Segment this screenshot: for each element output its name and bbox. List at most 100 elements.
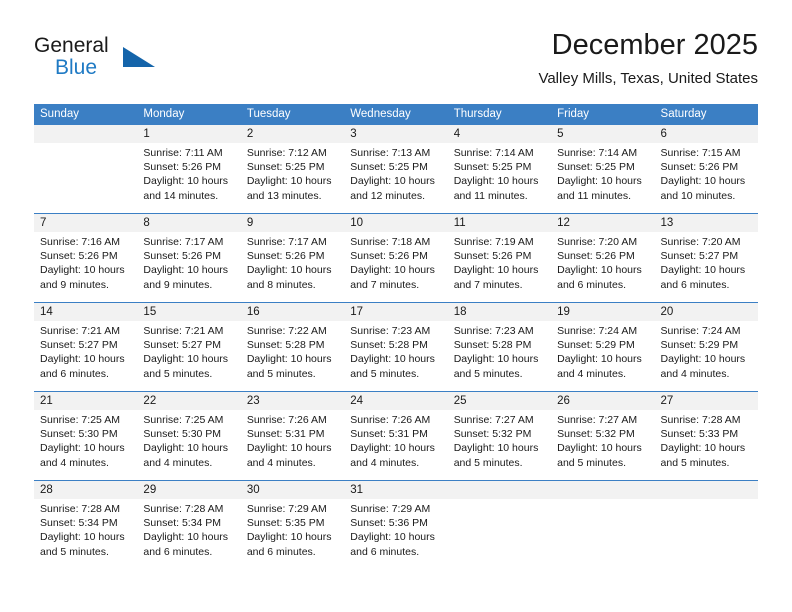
sunrise-text: Sunrise: 7:28 AM <box>660 414 741 426</box>
day-cell[interactable]: Sunrise: 7:27 AM Sunset: 5:32 PM Daylight:… <box>448 410 551 480</box>
day-number[interactable]: 27 <box>655 392 758 410</box>
day-number[interactable]: 25 <box>448 392 551 410</box>
day-cell[interactable]: Sunrise: 7:27 AM Sunset: 5:32 PM Daylight:… <box>551 410 654 480</box>
day-cell[interactable]: Sunrise: 7:21 AM Sunset: 5:27 PM Daylight:… <box>137 321 240 391</box>
day-number[interactable]: 24 <box>344 392 447 410</box>
day-cell[interactable]: Sunrise: 7:14 AM Sunset: 5:25 PM Daylight:… <box>551 143 654 213</box>
day-number[interactable]: 19 <box>551 303 654 321</box>
calendar-week-row: 7 8 9 10 11 12 13 Sunrise: 7:16 AM Sunset: 5:26 … <box>34 213 758 302</box>
day-cell[interactable]: Sunrise: 7:18 AM Sunset: 5:26 PM Daylight:… <box>344 232 447 302</box>
day-number[interactable]: 10 <box>344 214 447 232</box>
sunrise-text: Sunrise: 7:26 AM <box>246 414 327 426</box>
page-header: General Blue December 2025 Valley Mills,… <box>34 28 758 96</box>
sunset-text: Sunset: 5:27 PM <box>40 339 118 352</box>
day-number[interactable]: 30 <box>241 481 344 499</box>
day-number[interactable]: 3 <box>344 125 447 143</box>
day-number[interactable]: 18 <box>448 303 551 321</box>
day-number[interactable]: 23 <box>241 392 344 410</box>
weekday-header-wednesday: Wednesday <box>350 108 411 120</box>
day-cell[interactable]: Sunrise: 7:17 AM Sunset: 5:26 PM Daylight:… <box>241 232 344 302</box>
day-cell[interactable]: Sunrise: 7:23 AM Sunset: 5:28 PM Daylight:… <box>448 321 551 391</box>
daylight-text: Daylight: 10 hours and 5 minutes. <box>453 353 539 380</box>
day-number[interactable]: 26 <box>551 392 654 410</box>
day-cell[interactable]: Sunrise: 7:28 AM Sunset: 5:33 PM Daylight:… <box>655 410 758 480</box>
day-cell[interactable]: Sunrise: 7:13 AM Sunset: 5:25 PM Daylight:… <box>344 143 447 213</box>
day-cell[interactable]: Sunrise: 7:11 AM Sunset: 5:26 PM Daylight:… <box>137 143 240 213</box>
day-number[interactable]: 7 <box>34 214 137 232</box>
week-day-details: Sunrise: 7:16 AM Sunset: 5:26 PM Daylight:… <box>34 232 758 302</box>
day-cell[interactable]: Sunrise: 7:12 AM Sunset: 5:25 PM Daylight:… <box>241 143 344 213</box>
day-number[interactable]: 5 <box>551 125 654 143</box>
sunset-text: Sunset: 5:32 PM <box>557 428 635 441</box>
day-cell[interactable]: Sunrise: 7:26 AM Sunset: 5:31 PM Daylight:… <box>241 410 344 480</box>
day-cell[interactable]: Sunrise: 7:14 AM Sunset: 5:25 PM Daylight:… <box>448 143 551 213</box>
day-cell[interactable]: Sunrise: 7:25 AM Sunset: 5:30 PM Daylight:… <box>34 410 137 480</box>
day-cell[interactable]: Sunrise: 7:28 AM Sunset: 5:34 PM Daylight:… <box>137 499 240 569</box>
day-number[interactable]: 1 <box>137 125 240 143</box>
sunset-text: Sunset: 5:32 PM <box>453 428 532 441</box>
day-number[interactable]: 29 <box>137 481 240 499</box>
sunrise-text: Sunrise: 7:11 AM <box>143 147 223 159</box>
day-number[interactable]: 15 <box>137 303 240 321</box>
day-cell[interactable]: Sunrise: 7:24 AM Sunset: 5:29 PM Daylight:… <box>551 321 654 391</box>
day-cell[interactable]: Sunrise: 7:20 AM Sunset: 5:26 PM Daylight:… <box>551 232 654 302</box>
day-cell <box>551 499 654 569</box>
day-cell[interactable]: Sunrise: 7:24 AM Sunset: 5:29 PM Daylight:… <box>655 321 758 391</box>
day-number[interactable]: 16 <box>241 303 344 321</box>
day-number[interactable]: 11 <box>448 214 551 232</box>
sunset-text: Sunset: 5:26 PM <box>40 250 118 263</box>
sunset-text: Sunset: 5:26 PM <box>246 250 325 263</box>
day-number[interactable]: 12 <box>551 214 654 232</box>
day-cell[interactable]: Sunrise: 7:20 AM Sunset: 5:27 PM Daylight:… <box>655 232 758 302</box>
daylight-text: Daylight: 10 hours and 6 minutes. <box>143 531 229 558</box>
day-cell[interactable]: Sunrise: 7:19 AM Sunset: 5:26 PM Daylight:… <box>448 232 551 302</box>
day-cell[interactable]: Sunrise: 7:23 AM Sunset: 5:28 PM Daylight:… <box>344 321 447 391</box>
day-cell[interactable]: Sunrise: 7:21 AM Sunset: 5:27 PM Daylight:… <box>34 321 137 391</box>
daylight-text: Daylight: 10 hours and 11 minutes. <box>557 175 642 202</box>
brand-name-general: General <box>34 34 109 57</box>
week-day-details: Sunrise: 7:11 AM Sunset: 5:26 PM Daylight:… <box>34 143 758 213</box>
day-number[interactable]: 17 <box>344 303 447 321</box>
calendar-week-row: 14 15 16 17 18 19 20 Sunrise: 7:21 AM Sunset: 5:… <box>34 302 758 391</box>
day-number[interactable]: 28 <box>34 481 137 499</box>
daylight-text: Daylight: 10 hours and 8 minutes. <box>246 264 332 291</box>
triangle-icon <box>123 47 155 67</box>
sunset-text: Sunset: 5:33 PM <box>660 428 739 441</box>
daylight-text: Daylight: 10 hours and 4 minutes. <box>660 353 746 380</box>
weekday-header-saturday: Saturday <box>660 108 707 120</box>
daylight-text: Daylight: 10 hours and 9 minutes. <box>40 264 125 291</box>
day-cell[interactable]: Sunrise: 7:28 AM Sunset: 5:34 PM Daylight:… <box>34 499 137 569</box>
day-number[interactable]: 22 <box>137 392 240 410</box>
sunset-text: Sunset: 5:25 PM <box>453 161 532 174</box>
day-number[interactable]: 6 <box>655 125 758 143</box>
day-cell[interactable]: Sunrise: 7:22 AM Sunset: 5:28 PM Daylight:… <box>241 321 344 391</box>
brand-logo[interactable]: General Blue <box>34 34 234 90</box>
sunset-text: Sunset: 5:28 PM <box>246 339 325 352</box>
calendar-weeks: 1 2 3 4 5 6 Sunrise: 7:11 AM Sunset: 5:26 PM Day… <box>34 125 758 569</box>
sunset-text: Sunset: 5:35 PM <box>246 517 325 530</box>
day-number[interactable]: 9 <box>241 214 344 232</box>
day-number[interactable]: 21 <box>34 392 137 410</box>
day-number[interactable]: 4 <box>448 125 551 143</box>
sunrise-text: Sunrise: 7:14 AM <box>453 147 534 159</box>
day-number[interactable]: 20 <box>655 303 758 321</box>
sunset-text: Sunset: 5:36 PM <box>350 517 428 530</box>
day-number[interactable]: 13 <box>655 214 758 232</box>
day-cell[interactable]: Sunrise: 7:15 AM Sunset: 5:26 PM Daylight:… <box>655 143 758 213</box>
day-number[interactable]: 2 <box>241 125 344 143</box>
daylight-text: Daylight: 10 hours and 12 minutes. <box>350 175 435 202</box>
daylight-text: Daylight: 10 hours and 6 minutes. <box>246 531 332 558</box>
day-cell[interactable]: Sunrise: 7:29 AM Sunset: 5:36 PM Daylight:… <box>344 499 447 569</box>
day-cell[interactable]: Sunrise: 7:25 AM Sunset: 5:30 PM Daylight:… <box>137 410 240 480</box>
day-cell[interactable]: Sunrise: 7:26 AM Sunset: 5:31 PM Daylight:… <box>344 410 447 480</box>
day-number <box>34 125 137 143</box>
day-number[interactable]: 14 <box>34 303 137 321</box>
day-number[interactable]: 8 <box>137 214 240 232</box>
day-cell[interactable]: Sunrise: 7:29 AM Sunset: 5:35 PM Daylight:… <box>241 499 344 569</box>
daylight-text: Daylight: 10 hours and 11 minutes. <box>453 175 539 202</box>
day-cell[interactable]: Sunrise: 7:17 AM Sunset: 5:26 PM Daylight:… <box>137 232 240 302</box>
sunrise-text: Sunrise: 7:21 AM <box>40 325 120 337</box>
page-title: December 2025 <box>551 29 758 61</box>
day-cell[interactable]: Sunrise: 7:16 AM Sunset: 5:26 PM Daylight:… <box>34 232 137 302</box>
day-number[interactable]: 31 <box>344 481 447 499</box>
